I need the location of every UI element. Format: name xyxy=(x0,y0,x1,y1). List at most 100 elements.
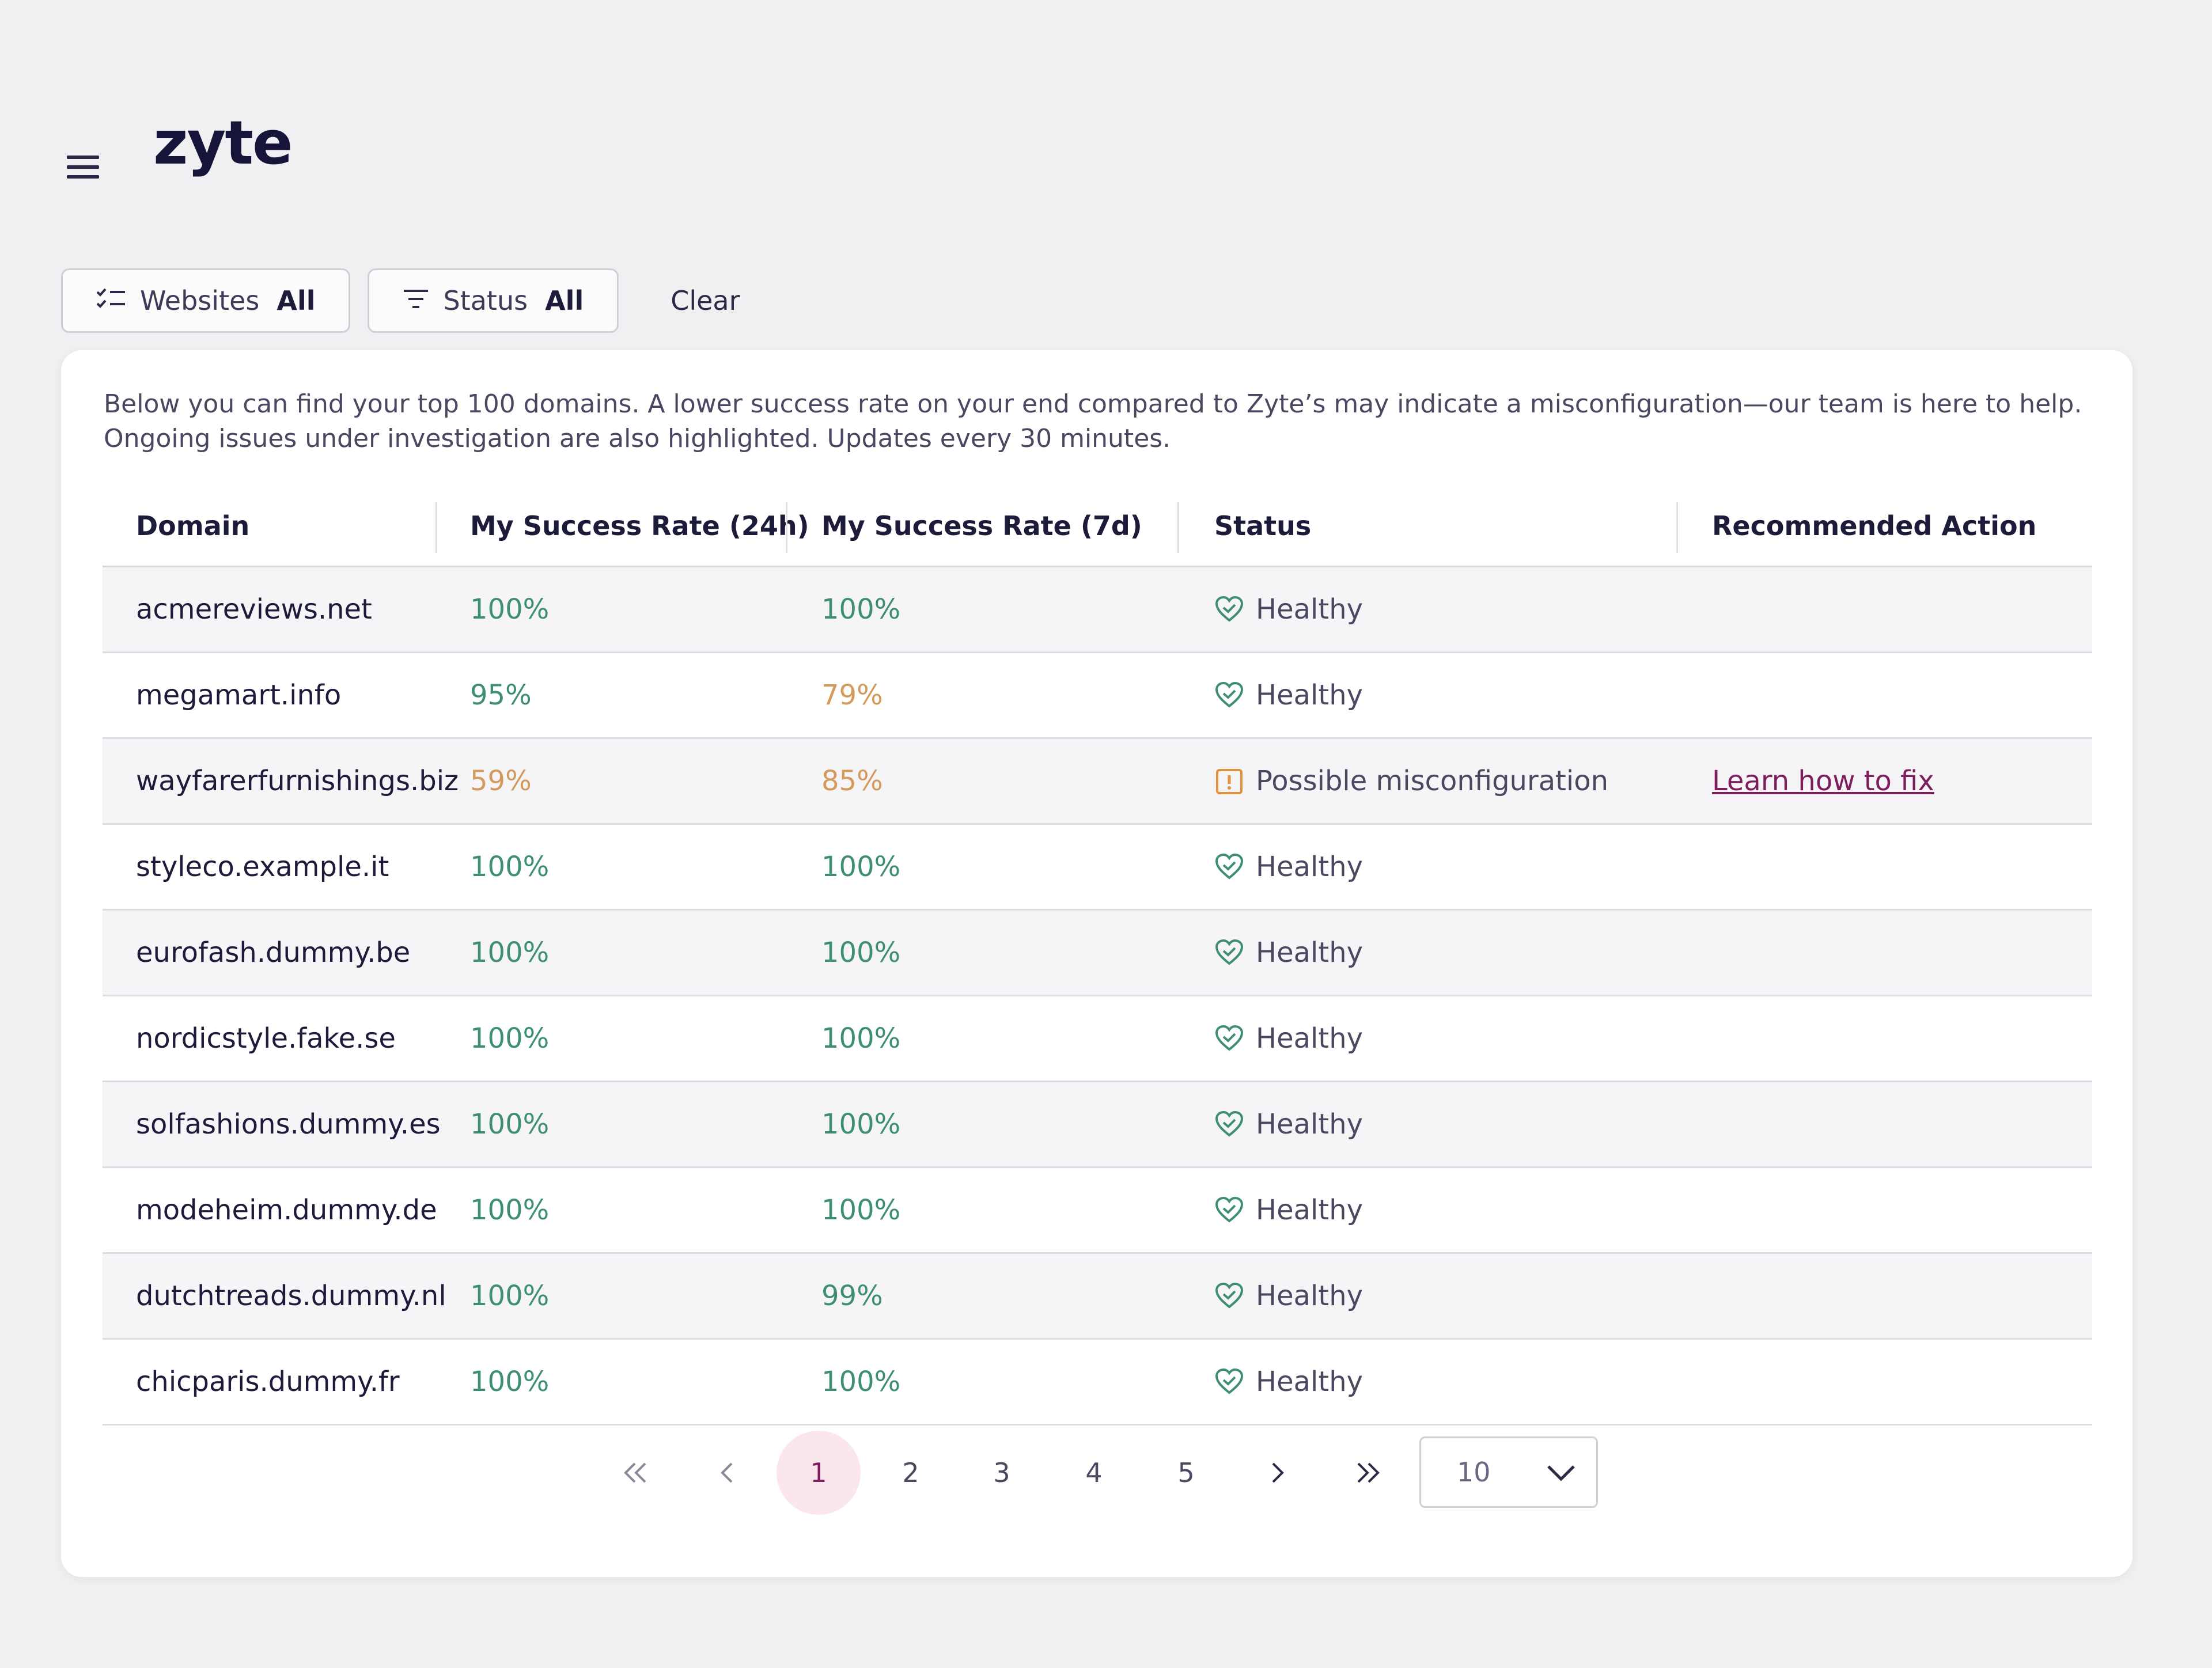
status-filter-button[interactable]: Status All xyxy=(368,268,619,333)
previous-page-icon[interactable] xyxy=(685,1431,770,1515)
domains-table: Domain My Success Rate (24h) My Success … xyxy=(103,486,2092,1426)
domain-cell: wayfarerfurnishings.biz xyxy=(136,765,459,797)
zyte-logo[interactable]: zyte xyxy=(153,113,293,173)
first-page-icon[interactable] xyxy=(593,1431,677,1515)
healthy-heart-icon xyxy=(1214,594,1244,624)
column-divider[interactable] xyxy=(786,502,787,553)
page-button-3[interactable]: 3 xyxy=(960,1431,1044,1515)
healthy-heart-icon xyxy=(1214,938,1244,968)
next-page-icon[interactable] xyxy=(1235,1431,1319,1515)
domains-card: Below you can find your top 100 domains.… xyxy=(61,350,2133,1577)
rate-7d-cell: 99% xyxy=(821,1280,883,1312)
pagination: 1 2 3 4 5 10 xyxy=(61,1431,2133,1516)
status-cell: Healthy xyxy=(1214,653,1363,737)
status-cell: Healthy xyxy=(1214,567,1363,651)
table-row: nordicstyle.fake.se 100% 100% Healthy xyxy=(103,996,2092,1082)
rate-7d-cell: 100% xyxy=(821,1022,901,1055)
healthy-heart-icon xyxy=(1214,1281,1244,1311)
rate-7d-cell: 100% xyxy=(821,1194,901,1226)
rate-7d-cell: 100% xyxy=(821,1108,901,1140)
rate-24h-cell: 100% xyxy=(470,593,550,625)
websites-filter-button[interactable]: Websites All xyxy=(61,268,351,333)
top-bar: zyte xyxy=(0,0,2212,242)
healthy-heart-icon xyxy=(1214,852,1244,882)
rate-24h-cell: 100% xyxy=(470,1194,550,1226)
table-row: modeheim.dummy.de 100% 100% Healthy xyxy=(103,1168,2092,1254)
filter-icon xyxy=(403,285,429,316)
status-cell: Healthy xyxy=(1214,911,1363,995)
healthy-heart-icon xyxy=(1214,680,1244,710)
rate-7d-cell: 100% xyxy=(821,851,901,883)
rate-24h-cell: 95% xyxy=(470,679,532,711)
rate-24h-cell: 100% xyxy=(470,1366,550,1398)
table-row: solfashions.dummy.es 100% 100% Healthy xyxy=(103,1082,2092,1168)
rate-24h-cell: 100% xyxy=(470,937,550,969)
status-label: Healthy xyxy=(1256,1022,1363,1055)
clear-filters-button[interactable]: Clear xyxy=(671,285,740,316)
status-label: Healthy xyxy=(1256,593,1363,625)
status-label: Healthy xyxy=(1256,1280,1363,1312)
rate-7d-cell: 100% xyxy=(821,1366,901,1398)
status-label: Healthy xyxy=(1256,851,1363,883)
column-divider[interactable] xyxy=(1676,502,1678,553)
table-row: styleco.example.it 100% 100% Healthy xyxy=(103,825,2092,911)
status-label: Healthy xyxy=(1256,1108,1363,1140)
status-cell: Healthy xyxy=(1214,1168,1363,1252)
rate-24h-cell: 59% xyxy=(470,765,532,797)
domain-cell: acmereviews.net xyxy=(136,593,372,625)
status-filter-value: All xyxy=(545,285,584,316)
status-filter-label: Status xyxy=(443,285,528,316)
websites-filter-label: Websites xyxy=(140,285,260,316)
rate-24h-cell: 100% xyxy=(470,1022,550,1055)
table-row: eurofash.dummy.be 100% 100% Healthy xyxy=(103,911,2092,996)
column-header-action[interactable]: Recommended Action xyxy=(1712,486,2036,566)
status-cell: Healthy xyxy=(1214,1254,1363,1338)
filter-bar: Websites All Status All Clear xyxy=(61,267,740,334)
learn-how-to-fix-link[interactable]: Learn how to fix xyxy=(1712,765,1934,797)
rate-24h-cell: 100% xyxy=(470,1280,550,1312)
status-cell: Healthy xyxy=(1214,1082,1363,1166)
page-size-value: 10 xyxy=(1457,1457,1491,1488)
domain-cell: modeheim.dummy.de xyxy=(136,1194,437,1226)
domain-cell: nordicstyle.fake.se xyxy=(136,1022,396,1055)
status-label: Healthy xyxy=(1256,679,1363,711)
column-header-status[interactable]: Status xyxy=(1214,486,1311,566)
rate-7d-cell: 85% xyxy=(821,765,883,797)
table-row: chicparis.dummy.fr 100% 100% Healthy xyxy=(103,1340,2092,1426)
healthy-heart-icon xyxy=(1214,1023,1244,1053)
column-header-rate-24h[interactable]: My Success Rate (24h) xyxy=(470,486,809,566)
table-row: wayfarerfurnishings.biz 59% 85% Possible mi… xyxy=(103,739,2092,825)
status-cell: Healthy xyxy=(1214,825,1363,909)
table-row: dutchtreads.dummy.nl 100% 99% Healthy xyxy=(103,1254,2092,1340)
page-button-4[interactable]: 4 xyxy=(1052,1431,1136,1515)
action-cell: Learn how to fix xyxy=(1712,739,1934,823)
rate-24h-cell: 100% xyxy=(470,1108,550,1140)
column-divider[interactable] xyxy=(1177,502,1179,553)
table-header: Domain My Success Rate (24h) My Success … xyxy=(103,486,2092,567)
domain-cell: dutchtreads.dummy.nl xyxy=(136,1280,446,1312)
domain-cell: megamart.info xyxy=(136,679,342,711)
status-cell: Healthy xyxy=(1214,996,1363,1081)
table-body: acmereviews.net 100% 100% Healthy megamart.i… xyxy=(103,567,2092,1426)
status-label: Healthy xyxy=(1256,1366,1363,1398)
page-button-1[interactable]: 1 xyxy=(777,1431,861,1515)
status-label: Healthy xyxy=(1256,1194,1363,1226)
page-size-select[interactable]: 10 xyxy=(1419,1436,1598,1508)
column-divider[interactable] xyxy=(435,502,437,553)
page-button-2[interactable]: 2 xyxy=(869,1431,953,1515)
rate-7d-cell: 100% xyxy=(821,593,901,625)
domain-cell: styleco.example.it xyxy=(136,851,389,883)
healthy-heart-icon xyxy=(1214,1195,1244,1225)
last-page-icon[interactable] xyxy=(1326,1431,1410,1515)
healthy-heart-icon xyxy=(1214,1367,1244,1397)
column-header-rate-7d[interactable]: My Success Rate (7d) xyxy=(821,486,1142,566)
hamburger-menu-icon[interactable] xyxy=(60,144,106,190)
rate-7d-cell: 100% xyxy=(821,937,901,969)
table-row: acmereviews.net 100% 100% Healthy xyxy=(103,567,2092,653)
domain-cell: solfashions.dummy.es xyxy=(136,1108,441,1140)
warning-icon xyxy=(1214,766,1244,796)
column-header-domain[interactable]: Domain xyxy=(136,486,249,566)
description-text: Below you can find your top 100 domains.… xyxy=(104,389,2082,453)
domain-cell: eurofash.dummy.be xyxy=(136,937,411,969)
page-button-5[interactable]: 5 xyxy=(1144,1431,1228,1515)
